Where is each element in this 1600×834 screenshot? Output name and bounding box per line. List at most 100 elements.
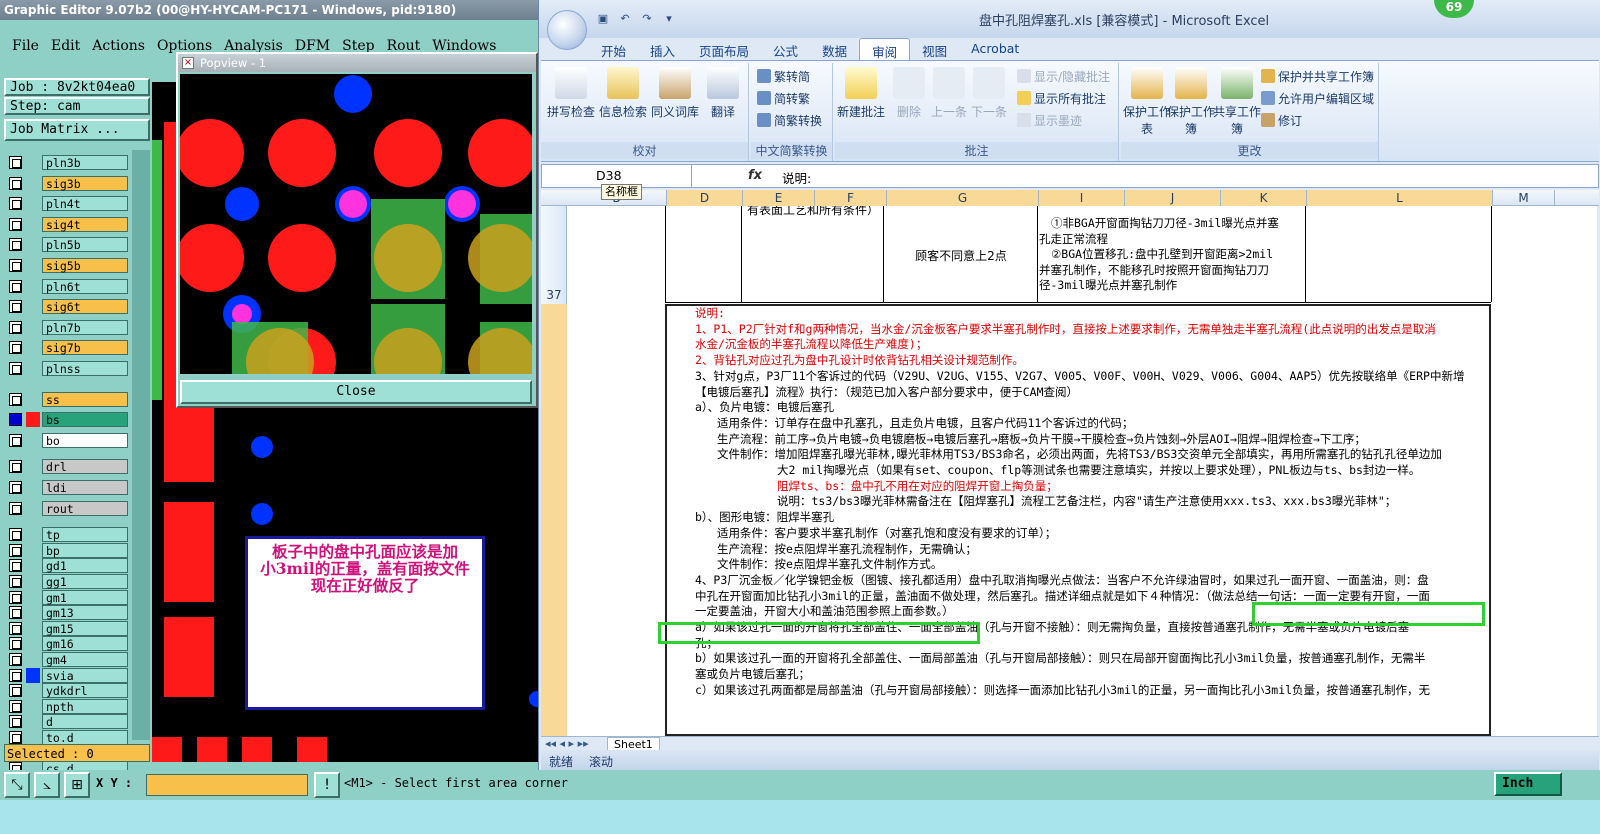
column-header-j[interactable]: J — [1125, 190, 1221, 206]
undo-icon[interactable]: ↶ — [616, 12, 634, 28]
layer-checkbox[interactable] — [9, 543, 22, 557]
layer-name[interactable]: sig7b — [42, 340, 128, 356]
cell-e37[interactable]: 有表面工艺和所有条件） — [743, 206, 883, 218]
layer-row-pln6t[interactable]: pln6t — [4, 278, 128, 295]
layer-checkbox[interactable] — [9, 392, 22, 406]
layer-checkbox[interactable] — [9, 460, 22, 474]
layer-row-d[interactable]: d — [4, 713, 128, 730]
layer-row-pln5b[interactable]: pln5b — [4, 236, 128, 253]
layer-checkbox[interactable] — [9, 362, 22, 375]
job-matrix-button[interactable]: Job Matrix ... — [4, 119, 150, 141]
column-header-e[interactable]: E — [743, 190, 815, 206]
layer-row-rout[interactable]: rout — [4, 500, 128, 517]
layer-name[interactable]: ss — [42, 391, 128, 407]
cell-i37[interactable]: ①非BGA开窗面掏钻刀刀径-3mil曝光点并塞 孔走正常流程 ②BGA位置移孔:… — [1039, 216, 1305, 294]
layer-row-gd1[interactable]: gd1 — [4, 557, 128, 574]
layer-row-gm4[interactable]: gm4 — [4, 651, 128, 668]
zoom-tool-icon[interactable]: ⤡ — [4, 772, 30, 798]
layer-row-npth[interactable]: npth — [4, 698, 128, 715]
office-button[interactable] — [547, 10, 587, 50]
cell-g37[interactable]: 顾客不同意上2点 — [885, 248, 1037, 264]
layer-row-sig3b[interactable]: sig3b — [4, 175, 128, 192]
layer-name[interactable]: svia — [42, 667, 128, 683]
research-button[interactable]: 信息检索 — [597, 67, 649, 120]
column-header-l[interactable]: L — [1307, 190, 1493, 206]
layer-name[interactable]: to.d — [42, 730, 128, 745]
show-ink-button[interactable]: 显示墨迹 — [1017, 111, 1082, 129]
protect-share-button[interactable]: 保护并共享工作簿 — [1261, 67, 1374, 85]
layer-row-gm16[interactable]: gm16 — [4, 635, 128, 652]
protect-workbook-button[interactable]: 保护工作簿 — [1165, 67, 1217, 137]
column-header-f[interactable]: F — [815, 190, 887, 206]
layer-row-bo[interactable]: bo — [4, 432, 128, 449]
layer-name[interactable]: gg1 — [42, 574, 128, 589]
layer-checkbox[interactable] — [9, 575, 22, 588]
layer-checkbox[interactable] — [9, 606, 22, 620]
layer-row-bs[interactable]: bs — [4, 411, 128, 428]
menu-actions[interactable]: Actions — [92, 38, 145, 56]
layer-name[interactable]: rout — [42, 500, 128, 516]
layer-name[interactable]: bs — [42, 412, 128, 428]
tab-review[interactable]: 审阅 — [859, 38, 911, 60]
layer-checkbox[interactable] — [9, 279, 22, 293]
layer-name[interactable]: npth — [42, 698, 128, 714]
units-button[interactable]: Inch — [1494, 772, 1562, 796]
worksheet-grid[interactable]: 有表面工艺和所有条件） 顾客不同意上2点 ①非BGA开窗面掏钻刀刀径-3mil曝… — [567, 206, 1597, 736]
layer-checkbox[interactable] — [9, 197, 22, 211]
layer-name[interactable]: tp — [42, 527, 128, 543]
row-header-38[interactable] — [541, 304, 567, 736]
formula-input[interactable]: 说明: — [782, 168, 811, 187]
measure-tool-icon[interactable]: ⦣ — [34, 772, 60, 798]
layer-row-drl[interactable]: drl — [4, 458, 128, 475]
layer-row-sig7b[interactable]: sig7b — [4, 339, 128, 356]
layer-row-pln7b[interactable]: pln7b — [4, 319, 128, 336]
layer-name[interactable]: gm13 — [42, 605, 128, 621]
show-hide-comment-button[interactable]: 显示/隐藏批注 — [1017, 67, 1110, 85]
layer-checkbox[interactable] — [9, 501, 22, 515]
layer-checkbox[interactable] — [9, 637, 22, 651]
layer-checkbox[interactable] — [9, 341, 22, 355]
tab-home[interactable]: 开始 — [589, 38, 638, 60]
layer-name[interactable]: bo — [42, 432, 128, 448]
layer-checkbox[interactable] — [9, 715, 22, 729]
layer-name[interactable]: sig4t — [42, 216, 128, 232]
layer-row-sig6t[interactable]: sig6t — [4, 298, 128, 315]
layer-checkbox[interactable] — [9, 433, 22, 447]
layer-checkbox[interactable] — [9, 259, 22, 272]
tab-view[interactable]: 视图 — [910, 38, 959, 60]
new-comment-button[interactable]: 新建批注 — [835, 67, 887, 120]
traditional-to-simplified-button[interactable]: 繁转简 — [757, 67, 810, 85]
layer-row-gm1[interactable]: gm1 — [4, 589, 128, 606]
layer-name[interactable]: pln6t — [42, 278, 128, 294]
next-comment-button[interactable]: 下一条 — [963, 67, 1015, 120]
layer-row-bp[interactable]: bp — [4, 542, 128, 559]
tab-formulas[interactable]: 公式 — [761, 38, 810, 60]
allow-edit-ranges-button[interactable]: 允许用户编辑区域 — [1261, 89, 1374, 107]
thesaurus-button[interactable]: 同义词库 — [649, 67, 701, 120]
popview-canvas[interactable] — [180, 74, 532, 374]
layer-name[interactable]: gm1 — [42, 589, 128, 605]
layer-checkbox[interactable] — [9, 559, 22, 573]
layer-list-scrollbar[interactable] — [132, 150, 150, 740]
column-header-m[interactable]: M — [1493, 190, 1555, 206]
layer-checkbox[interactable] — [9, 176, 22, 190]
layer-name[interactable]: sig6t — [42, 299, 128, 315]
layer-name[interactable]: drl — [42, 459, 128, 475]
layer-checkbox[interactable] — [9, 156, 22, 169]
layer-name[interactable]: gm16 — [42, 636, 128, 652]
layer-row-gm15[interactable]: gm15 — [4, 620, 128, 637]
layer-name[interactable]: gd1 — [42, 558, 128, 574]
layer-name[interactable]: pln3b — [42, 155, 128, 170]
layer-checkbox[interactable] — [9, 413, 22, 427]
layer-name[interactable]: pln7b — [42, 319, 128, 335]
layer-name[interactable]: gm15 — [42, 620, 128, 636]
layer-row-pln3b[interactable]: pln3b — [4, 154, 128, 171]
layer-checkbox[interactable] — [9, 668, 22, 682]
tab-insert[interactable]: 插入 — [638, 38, 687, 60]
spell-check-button[interactable]: 拼写检查 — [545, 67, 597, 120]
layer-row-svia[interactable]: svia — [4, 667, 128, 684]
layer-name[interactable]: pln5b — [42, 237, 128, 253]
layer-name[interactable]: ldi — [42, 480, 128, 495]
grid-tool-icon[interactable]: ⊞ — [64, 772, 90, 798]
tab-data[interactable]: 数据 — [810, 38, 859, 60]
